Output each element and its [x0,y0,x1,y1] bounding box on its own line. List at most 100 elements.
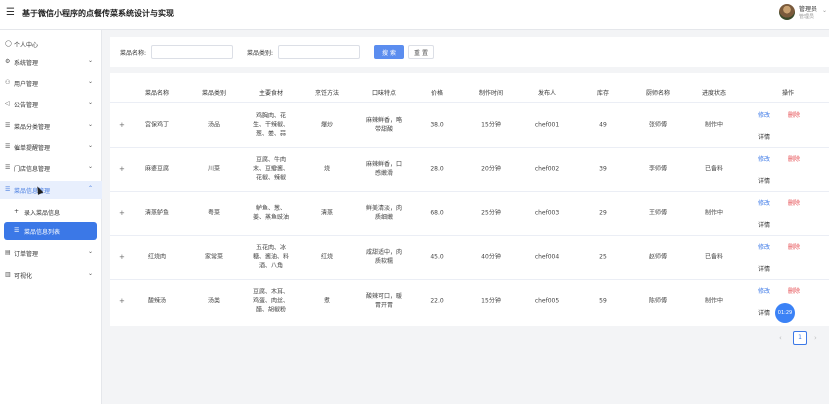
search-button[interactable]: 搜 索 [374,45,404,59]
sidebar-item-dish-categories[interactable]: ☰ 菜品分类管理 ⌄ [0,117,102,135]
cell-line: 醋、胡椒粉 [255,306,287,314]
edit-button[interactable]: 修改 [758,198,770,207]
expand-row-icon[interactable]: + [119,297,125,305]
sidebar-item-reminders[interactable]: ☰ 催单提醒管理 ⌄ [0,138,102,156]
detail-button[interactable]: 详情 [758,220,770,229]
delete-button[interactable]: 删除 [788,198,800,207]
chevron-down-icon[interactable]: ⌄ [822,7,827,14]
sidebar-item-label: 菜品分类管理 [14,124,51,131]
column-header: 价格 [430,90,444,97]
cell-line: 葱、姜、蒜 [255,130,287,138]
chevron-down-icon: ⌄ [88,248,94,255]
sidebar-item-system[interactable]: ⚙ 系统管理 ⌄ [0,53,102,71]
cell-line: 豆腐、牛肉 [255,156,287,164]
reset-button[interactable]: 重 置 [408,45,434,59]
chevron-down-icon: ⌄ [88,99,94,106]
column-header: 发布人 [537,90,557,97]
sidebar-item-label: 公告管理 [14,102,39,109]
cell-line: 五花肉、冰 [255,244,287,252]
table-cell-time: 15分钟 [481,121,501,129]
cell-line: 咸甜适中，肉 [365,249,403,256]
sidebar-subitem-label: 录入菜品信息 [24,210,61,217]
sidebar-subitem-dish-list[interactable]: ☰ 菜品信息列表 [4,222,97,240]
cell-line: 姜、蒸鱼豉油 [252,214,290,221]
table-cell-status: 制作中 [704,121,724,129]
chevron-left-icon[interactable]: ‹ [779,334,782,342]
chevron-down-icon: ⌄ [88,78,94,85]
avatar[interactable] [779,4,795,20]
edit-button[interactable]: 修改 [758,286,770,295]
detail-button[interactable]: 详情 [758,176,770,185]
sidebar-item-profile[interactable]: ◯ 个人中心 [0,35,102,53]
expand-row-icon[interactable]: + [119,209,125,217]
edit-button[interactable]: 修改 [758,154,770,163]
delete-button[interactable]: 删除 [788,242,800,251]
top-bar: ☰ 基于微信小程序的点餐传菜系统设计与实现 管理员 管理员 ⌄ [0,0,829,30]
column-header: 烹饪方法 [314,90,340,97]
table-cell-method: 清蒸 [320,209,334,217]
edit-button[interactable]: 修改 [758,242,770,251]
detail-button[interactable]: 详情 [758,132,770,141]
chevron-up-icon: ⌃ [88,185,94,192]
page-number[interactable]: 1 [793,331,807,345]
sidebar-item-orders[interactable]: ▤ 订单管理 ⌄ [0,244,102,262]
table-cell-stock: 49 [599,121,607,129]
expand-row-icon[interactable]: + [119,165,125,173]
column-header: 库存 [596,90,610,97]
sidebar-item-stores[interactable]: ☰ 门店信息管理 ⌄ [0,159,102,177]
sidebar-item-announcements[interactable]: ◁ 公告管理 ⌄ [0,95,102,113]
expand-row-icon[interactable]: + [119,253,125,261]
cell-line: 质软糯 [374,258,394,265]
table-cell-chef: 赵师傅 [648,253,668,261]
sidebar-item-label: 菜品信息管理 [14,188,51,195]
column-header: 主要食材 [258,90,284,97]
column-header: 制作时间 [478,90,504,97]
sidebar-item-users[interactable]: ⚇ 用户管理 ⌄ [0,74,102,92]
column-header: 操作 [781,90,795,97]
table-cell-publisher: chef002 [534,165,560,173]
cell-line: 鸡蛋、肉丝、 [252,297,290,305]
sidebar-item-visualization[interactable]: ▥ 可视化 ⌄ [0,266,102,284]
sidebar-item-label: 个人中心 [14,42,39,49]
column-header: 口味特点 [371,90,397,97]
edit-button[interactable]: 修改 [758,110,770,119]
column-header: 菜品名称 [144,90,170,97]
cell-line: 鲈鱼、葱、 [255,205,287,212]
table-cell-name: 酸辣汤 [147,297,167,305]
table-cell-stock: 39 [599,165,607,173]
cell-line: 质细嫩 [374,214,394,221]
delete-button[interactable]: 删除 [788,154,800,163]
table-cell-stock: 59 [599,297,607,305]
table-cell-chef: 李师傅 [648,165,668,173]
table-cell-name: 麻婆豆腐 [144,165,170,173]
dish-category-label: 菜品类别: [247,50,274,57]
dish-name-input[interactable] [151,45,233,59]
column-header: 进度状态 [701,90,727,97]
detail-button[interactable]: 详情 [758,264,770,273]
table-cell-price: 38.0 [430,121,444,129]
plus-icon: + [14,208,20,215]
table-cell-method: 煮 [323,297,331,305]
table-cell-status: 已备料 [704,253,724,261]
cell-line: 豆腐、木耳、 [252,288,290,296]
table-cell-taste: 麻辣鲜香，口 感嫩滑 [366,160,402,178]
app-title: 基于微信小程序的点餐传菜系统设计与实现 [22,9,174,18]
table-cell-category: 家常菜 [204,253,224,261]
sidebar-item-label: 订单管理 [14,251,39,258]
table-cell-status: 制作中 [704,209,724,217]
delete-button[interactable]: 删除 [788,286,800,295]
chevron-right-icon[interactable]: › [814,334,817,342]
delete-button[interactable]: 删除 [788,110,800,119]
dish-category-input[interactable] [278,45,360,59]
sidebar-item-dishes[interactable]: ☰ 菜品信息管理 ⌃ [0,181,102,199]
user-name[interactable]: 管理员 [799,4,817,13]
table-cell-ingredients: 豆腐、木耳、 鸡蛋、肉丝、 醋、胡椒粉 [253,288,289,315]
menu-icon[interactable]: ☰ [6,8,16,18]
cell-line: 麻辣鲜香，口 [365,161,403,168]
detail-button[interactable]: 详情 [758,308,770,317]
table-cell-ingredients: 五花肉、冰 糖、酱油、料 酒、八角 [253,244,289,271]
timer-badge[interactable]: 01:29 [775,303,795,323]
expand-row-icon[interactable]: + [119,121,125,129]
sidebar-subitem-add-dish[interactable]: + 录入菜品信息 [4,203,97,221]
table-cell-publisher: chef003 [534,209,560,217]
